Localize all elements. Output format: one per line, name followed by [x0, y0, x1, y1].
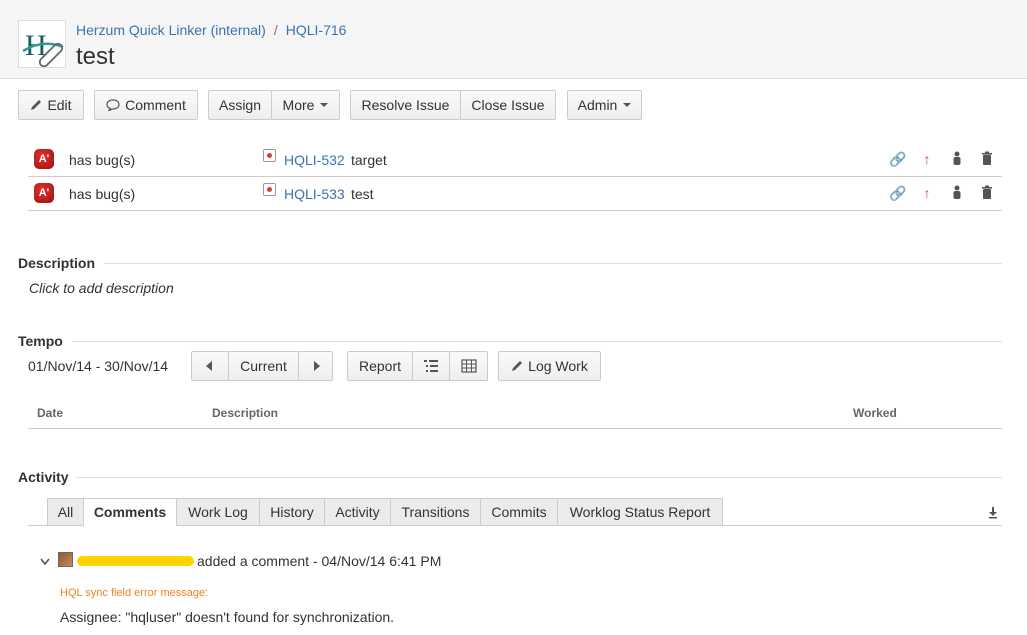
arrow-up-icon[interactable]: ↑	[919, 185, 935, 201]
list-view-button[interactable]	[412, 351, 450, 381]
tab-transitions[interactable]: Transitions	[390, 498, 481, 526]
issue-status-icon	[263, 183, 276, 196]
section-divider	[104, 263, 1002, 264]
project-logo-icon: H	[22, 29, 64, 68]
close-issue-label: Close Issue	[471, 97, 545, 113]
trash-icon[interactable]	[979, 151, 995, 167]
close-issue-button[interactable]: Close Issue	[460, 90, 556, 120]
link-icon[interactable]: 🔗	[889, 185, 906, 201]
tab-worklog-status-report[interactable]: Worklog Status Report	[557, 498, 723, 526]
page-title[interactable]: test	[76, 43, 115, 71]
admin-dropdown-label: Admin	[577, 97, 618, 113]
project-logo[interactable]: H	[18, 20, 66, 68]
pencil-icon	[31, 100, 42, 110]
tempo-heading[interactable]: Tempo	[18, 333, 63, 349]
link-relation: has bug(s)	[69, 152, 136, 168]
current-period-button[interactable]: Current	[228, 351, 299, 381]
log-work-label: Log Work	[528, 358, 588, 374]
person-icon[interactable]	[949, 151, 965, 167]
comment-meta: added a comment - 04/Nov/14 6:41 PM	[197, 553, 442, 569]
linked-issue-summary: test	[351, 186, 374, 202]
description-heading[interactable]: Description	[18, 255, 95, 271]
tab-activity[interactable]: Activity	[324, 498, 391, 526]
assign-button[interactable]: Assign	[208, 90, 272, 120]
tab-history[interactable]: History	[259, 498, 325, 526]
breadcrumb-issue-link[interactable]: HQLI-716	[286, 22, 347, 38]
arrow-up-icon[interactable]: ↑	[919, 151, 935, 167]
sort-order-icon[interactable]	[987, 505, 999, 522]
more-dropdown[interactable]: More	[271, 90, 340, 120]
breadcrumb: Herzum Quick Linker (internal) / HQLI-716	[76, 22, 346, 38]
collapse-comment-toggle[interactable]	[40, 553, 50, 569]
chevron-down-icon	[40, 558, 50, 566]
previous-period-button[interactable]	[191, 351, 229, 381]
chevron-down-icon	[320, 103, 329, 107]
comment-body: Assignee: "hqluser" doesn't found for sy…	[60, 609, 395, 625]
redacted-author-name[interactable]	[77, 556, 194, 566]
table-grid-icon	[460, 359, 477, 373]
comment-button-label: Comment	[125, 97, 186, 113]
tab-comments[interactable]: Comments	[83, 498, 177, 526]
column-header-date[interactable]: Date	[37, 406, 63, 420]
section-divider	[76, 477, 1002, 478]
linked-issue-row: A' has bug(s) HQLI-533 test 🔗 ↑	[28, 177, 1002, 211]
more-dropdown-label: More	[282, 97, 315, 113]
description-placeholder[interactable]: Click to add description	[29, 280, 174, 296]
speech-bubble-icon	[106, 99, 120, 111]
table-divider	[28, 428, 1002, 429]
chevron-down-icon	[623, 103, 632, 107]
linked-issue-summary: target	[351, 152, 387, 168]
bug-type-icon: A'	[34, 183, 54, 203]
link-icon[interactable]: 🔗	[889, 151, 906, 167]
person-icon[interactable]	[949, 185, 965, 201]
resolve-issue-button[interactable]: Resolve Issue	[350, 90, 461, 120]
current-period-label: Current	[240, 358, 287, 374]
comment-error-heading: HQL sync field error message:	[60, 587, 209, 599]
grid-view-button[interactable]	[449, 351, 488, 381]
tab-work-log[interactable]: Work Log	[176, 498, 260, 526]
admin-dropdown[interactable]: Admin	[567, 90, 642, 120]
tab-commits[interactable]: Commits	[480, 498, 558, 526]
log-work-button[interactable]: Log Work	[498, 351, 601, 381]
breadcrumb-separator: /	[273, 22, 278, 38]
report-button-label: Report	[358, 358, 402, 374]
list-icon	[424, 360, 438, 372]
linked-issue-row: A' has bug(s) HQLI-532 target 🔗 ↑	[28, 143, 1002, 177]
tempo-date-range: 01/Nov/14 - 30/Nov/14	[28, 358, 169, 374]
column-header-worked[interactable]: Worked	[853, 406, 897, 420]
assign-button-label: Assign	[218, 97, 262, 113]
trash-icon[interactable]	[979, 185, 995, 201]
linked-issue-key[interactable]: HQLI-533	[284, 186, 345, 202]
edit-button-label: Edit	[47, 97, 72, 113]
breadcrumb-project-link[interactable]: Herzum Quick Linker (internal)	[76, 22, 266, 38]
activity-heading[interactable]: Activity	[18, 469, 69, 485]
resolve-issue-label: Resolve Issue	[361, 97, 450, 113]
bug-type-icon: A'	[34, 149, 54, 169]
link-relation: has bug(s)	[69, 186, 136, 202]
tab-all[interactable]: All	[47, 498, 84, 526]
next-period-button[interactable]	[298, 351, 333, 381]
issue-status-icon	[263, 149, 276, 162]
avatar[interactable]	[58, 552, 73, 567]
column-header-description[interactable]: Description	[212, 406, 278, 420]
edit-button[interactable]: Edit	[18, 90, 84, 120]
caret-right-icon	[313, 361, 320, 371]
issue-header: H Herzum Quick Linker (internal) / HQLI-71…	[0, 0, 1027, 79]
caret-left-icon	[206, 361, 212, 371]
comment-button[interactable]: Comment	[94, 90, 198, 120]
section-divider	[72, 341, 1002, 342]
linked-issue-key[interactable]: HQLI-532	[284, 152, 345, 168]
pencil-icon	[512, 361, 523, 371]
report-button[interactable]: Report	[347, 351, 413, 381]
